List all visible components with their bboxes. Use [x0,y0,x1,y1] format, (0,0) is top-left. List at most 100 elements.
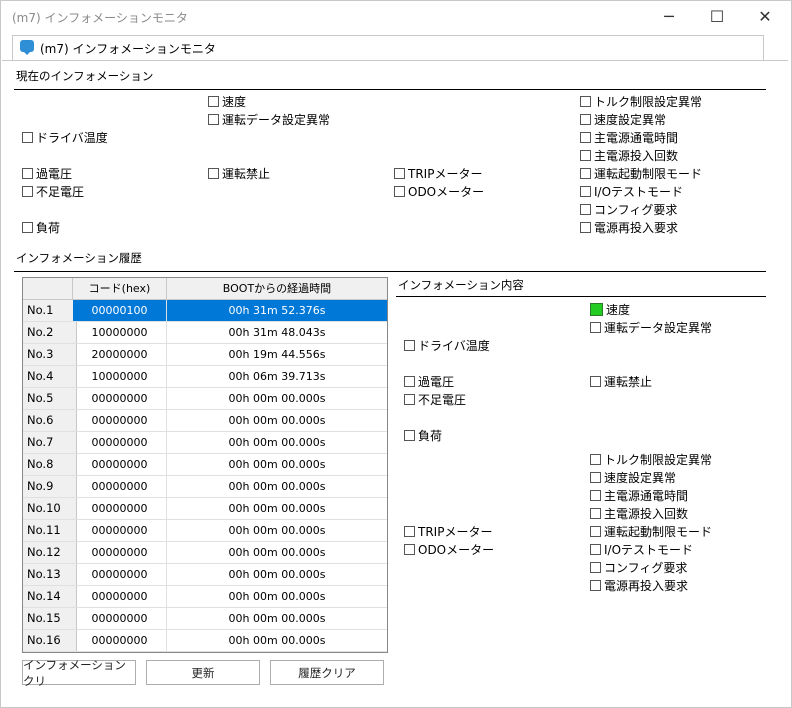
history-table[interactable]: コード(hex) BOOTからの経過時間 No.1 00000100 00h 31m… [22,277,388,653]
indicator-box-icon [580,132,591,143]
row-elapsed-time: 00h 00m 00.000s [167,630,387,652]
detail-label: ドライバ温度 [418,339,490,353]
row-elapsed-time: 00h 00m 00.000s [167,454,387,476]
detail-label: 運転禁止 [604,375,653,389]
current-info-label: 運転禁止 [222,167,271,181]
table-row[interactable]: No.15 00000000 00h 00m 00.000s [23,608,387,630]
indicator-box-icon [580,168,591,179]
indicator-box-icon [208,168,219,179]
row-code: 00000000 [73,498,167,520]
detail-label: I/Oテストモード [604,543,694,557]
indicator-box-icon [22,186,33,197]
row-code: 20000000 [73,344,167,366]
table-row[interactable]: No.9 00000000 00h 00m 00.000s [23,476,387,498]
refresh-button[interactable]: 更新 [146,660,260,685]
history-table-header: コード(hex) BOOTからの経過時間 [23,278,387,300]
detail-label: TRIPメーター [418,525,493,539]
current-info-load: 負荷 [22,219,60,236]
history-divider [14,271,766,272]
row-elapsed-time: 00h 00m 00.000s [167,476,387,498]
row-number: No.14 [23,586,77,608]
row-elapsed-time: 00h 00m 00.000s [167,410,387,432]
indicator-box-icon [580,114,591,125]
detail-label: 主電源通電時間 [604,489,689,503]
detail-undervoltage: 不足電圧 [404,391,466,408]
indicator-box-icon [580,222,591,233]
header-code[interactable]: コード(hex) [73,278,167,299]
table-row[interactable]: No.16 00000000 00h 00m 00.000s [23,630,387,652]
row-number: No.4 [23,366,77,388]
indicator-box-icon [590,562,601,573]
table-row[interactable]: No.2 10000000 00h 31m 48.043s [23,322,387,344]
indicator-box-icon [580,186,591,197]
current-info-label: 速度 [222,95,247,109]
table-row[interactable]: No.8 00000000 00h 00m 00.000s [23,454,387,476]
row-elapsed-time: 00h 00m 00.000s [167,608,387,630]
table-row[interactable]: No.3 20000000 00h 19m 44.556s [23,344,387,366]
detail-label: 電源再投入要求 [604,579,689,593]
table-row[interactable]: No.6 00000000 00h 00m 00.000s [23,410,387,432]
minimize-button[interactable]: ─ [646,0,692,32]
current-info-torque-limit-error: トルク制限設定異常 [580,93,702,110]
indicator-box-icon [208,96,219,107]
row-elapsed-time: 00h 00m 00.000s [167,498,387,520]
row-number: No.3 [23,344,77,366]
current-info-trip-meter: TRIPメーター [394,165,482,182]
history-clear-button[interactable]: 履歴クリア [270,660,384,685]
tab-label: (m7) インフォメーションモニタ [40,42,216,56]
indicator-box-icon [22,168,33,179]
row-number: No.2 [23,322,77,344]
maximize-button[interactable]: ☐ [694,0,740,32]
row-elapsed-time: 00h 00m 00.000s [167,520,387,542]
row-number: No.7 [23,432,77,454]
indicator-box-icon [404,394,415,405]
row-code: 00000000 [73,630,167,652]
info-clear-button[interactable]: インフォメーションクリ [22,658,136,688]
table-row[interactable]: No.1 00000100 00h 31m 52.376s [23,300,387,322]
detail-label: 速度 [606,303,631,317]
indicator-box-icon [590,303,603,316]
chat-bubble-icon [20,40,34,55]
table-row[interactable]: No.13 00000000 00h 00m 00.000s [23,564,387,586]
detail-label: ODOメーター [418,543,495,557]
table-row[interactable]: No.11 00000000 00h 00m 00.000s [23,520,387,542]
table-row[interactable]: No.14 00000000 00h 00m 00.000s [23,586,387,608]
table-row[interactable]: No.4 10000000 00h 06m 39.713s [23,366,387,388]
row-number: No.8 [23,454,77,476]
current-info-label: ドライバ温度 [36,131,108,145]
table-row[interactable]: No.12 00000000 00h 00m 00.000s [23,542,387,564]
table-row[interactable]: No.5 00000000 00h 00m 00.000s [23,388,387,410]
indicator-box-icon [590,322,601,333]
header-no [23,278,73,299]
detail-speed: 速度 [590,301,630,318]
detail-main-power-time: 主電源通電時間 [590,487,688,504]
current-info-label: 負荷 [36,221,61,235]
detail-label: トルク制限設定異常 [604,453,713,467]
table-row[interactable]: No.10 00000000 00h 00m 00.000s [23,498,387,520]
row-number: No.5 [23,388,77,410]
row-number: No.15 [23,608,77,630]
window-title: (m7) インフォメーションモニタ [12,11,188,25]
current-info-label: 不足電圧 [36,185,85,199]
current-info-undervoltage: 不足電圧 [22,183,84,200]
tab-strip-divider [2,60,788,61]
table-row[interactable]: No.7 00000000 00h 00m 00.000s [23,432,387,454]
detail-label: 負荷 [418,429,443,443]
indicator-box-icon [590,376,601,387]
row-number: No.13 [23,564,77,586]
indicator-box-icon [404,544,415,555]
current-info-label: 主電源通電時間 [594,131,679,145]
current-info-label: I/Oテストモード [594,185,684,199]
current-info-config-request: コンフィグ要求 [580,201,677,218]
row-code: 00000000 [73,520,167,542]
current-info-power-recycle-request: 電源再投入要求 [580,219,678,236]
current-info-label: トルク制限設定異常 [594,95,703,109]
close-button[interactable]: ✕ [742,0,788,32]
current-info-overvoltage: 過電圧 [22,165,72,182]
detail-io-test-mode: I/Oテストモード [590,541,693,558]
detail-driver-temp: ドライバ温度 [404,337,490,354]
row-elapsed-time: 00h 31m 52.376s [167,300,387,322]
row-number: No.11 [23,520,77,542]
row-number: No.16 [23,630,77,652]
header-elapsed-time[interactable]: BOOTからの経過時間 [167,278,387,299]
